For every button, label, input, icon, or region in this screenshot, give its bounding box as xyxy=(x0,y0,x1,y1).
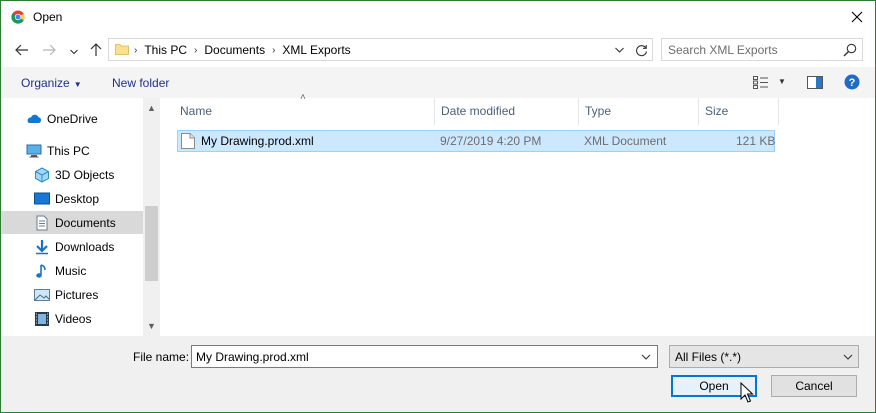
mouse-cursor-icon xyxy=(740,382,754,403)
help-icon[interactable]: ? xyxy=(844,74,860,90)
navigation-pane: OneDrive This PC 3D Objects Desktop Docu… xyxy=(1,98,160,336)
desktop-icon xyxy=(34,192,50,204)
nav-scrollbar[interactable]: ▲ ▼ xyxy=(143,98,160,336)
nav-item-label: This PC xyxy=(47,143,90,158)
nav-item-this-pc[interactable]: This PC xyxy=(1,139,143,162)
breadcrumb-this-pc[interactable]: This PC xyxy=(138,43,193,57)
nav-item-label: Music xyxy=(55,263,87,278)
arrow-up-icon xyxy=(90,43,102,56)
column-header-type[interactable]: Type xyxy=(579,98,699,125)
nav-item-label: 3D Objects xyxy=(55,167,115,182)
xml-file-icon xyxy=(181,133,195,149)
search-input[interactable] xyxy=(668,42,838,58)
nav-item-3d-objects[interactable]: 3D Objects xyxy=(1,163,143,186)
new-folder-button[interactable]: New folder xyxy=(112,76,169,90)
nav-item-music[interactable]: Music xyxy=(1,259,143,282)
organize-label: Organize xyxy=(21,76,70,90)
file-list: ˄ Name Date modified Type Size My Drawin… xyxy=(161,92,875,336)
scroll-thumb[interactable] xyxy=(145,206,158,281)
file-name-label: File name: xyxy=(133,350,190,364)
3d-objects-icon xyxy=(35,166,49,183)
svg-text:?: ? xyxy=(849,77,856,89)
refresh-button[interactable] xyxy=(632,41,650,59)
window-title: Open xyxy=(33,10,63,24)
column-header-date-modified[interactable]: Date modified xyxy=(435,98,579,125)
nav-item-label: Documents xyxy=(55,215,116,230)
file-type-filter[interactable]: All Files (*.*) xyxy=(669,345,859,368)
downloads-icon xyxy=(36,239,48,254)
chevron-down-icon xyxy=(70,49,78,55)
folder-icon xyxy=(115,44,129,55)
pictures-icon xyxy=(34,288,50,301)
file-date-modified: 9/27/2019 4:20 PM xyxy=(440,134,542,148)
nav-item-label: Pictures xyxy=(55,287,99,302)
details-view-icon[interactable] xyxy=(753,76,769,89)
chrome-icon xyxy=(11,10,25,24)
breadcrumb-documents[interactable]: Documents xyxy=(198,43,271,57)
nav-item-onedrive[interactable]: OneDrive xyxy=(1,107,143,130)
command-bar: Organize ▼ New folder ▼ ? xyxy=(1,67,875,98)
forward-button[interactable] xyxy=(39,40,59,60)
up-button[interactable] xyxy=(86,40,106,60)
chevron-down-icon xyxy=(614,47,624,53)
view-options-caret-icon[interactable]: ▼ xyxy=(778,77,786,86)
nav-item-videos[interactable]: Videos xyxy=(1,307,143,330)
address-history-dropdown[interactable] xyxy=(612,43,626,57)
arrow-left-icon xyxy=(15,44,28,56)
column-header-size[interactable]: Size xyxy=(699,98,779,125)
nav-item-downloads[interactable]: Downloads xyxy=(1,235,143,258)
arrow-right-icon xyxy=(43,44,56,56)
column-header-name[interactable]: Name xyxy=(174,98,435,125)
documents-icon xyxy=(36,215,48,230)
scroll-up-icon[interactable]: ▲ xyxy=(146,103,157,114)
recent-locations-button[interactable] xyxy=(64,42,84,62)
scroll-down-icon[interactable]: ▼ xyxy=(146,321,157,332)
videos-icon xyxy=(35,311,49,326)
table-row[interactable]: My Drawing.prod.xml 9/27/2019 4:20 PM XM… xyxy=(177,130,775,152)
chevron-down-icon[interactable] xyxy=(640,351,652,363)
file-size: 121 KB xyxy=(736,134,776,148)
file-name-input[interactable] xyxy=(196,349,636,365)
file-type: XML Document xyxy=(584,134,667,148)
organize-menu[interactable]: Organize ▼ xyxy=(21,76,82,90)
nav-item-label: Downloads xyxy=(55,239,115,254)
music-icon xyxy=(36,263,46,278)
open-dialog: Open › This PC › Documents › XML Exports xyxy=(0,0,876,413)
chevron-down-icon xyxy=(843,354,853,360)
nav-item-label: Desktop xyxy=(55,191,100,206)
address-bar[interactable]: › This PC › Documents › XML Exports xyxy=(108,38,653,61)
back-button[interactable] xyxy=(12,40,32,60)
nav-item-pictures[interactable]: Pictures xyxy=(1,283,143,306)
refresh-icon xyxy=(635,44,647,56)
breadcrumb: › This PC › Documents › XML Exports xyxy=(133,43,357,57)
close-icon xyxy=(851,11,863,22)
file-name-field[interactable] xyxy=(191,345,658,368)
close-button[interactable] xyxy=(839,1,875,32)
nav-item-documents[interactable]: Documents xyxy=(1,211,143,234)
filter-value: All Files (*.*) xyxy=(675,350,742,364)
nav-item-label: Videos xyxy=(55,311,92,326)
preview-pane-icon[interactable] xyxy=(807,76,823,89)
cancel-button[interactable]: Cancel xyxy=(771,375,857,397)
file-name: My Drawing.prod.xml xyxy=(201,134,314,148)
computer-icon xyxy=(26,144,42,157)
breadcrumb-xml-exports[interactable]: XML Exports xyxy=(276,43,356,57)
nav-item-label: OneDrive xyxy=(47,111,98,126)
nav-item-desktop[interactable]: Desktop xyxy=(1,187,143,210)
search-icon[interactable] xyxy=(843,43,857,57)
title-bar: Open xyxy=(1,1,875,32)
caret-down-icon: ▼ xyxy=(73,80,82,89)
search-box[interactable] xyxy=(661,38,863,61)
onedrive-icon xyxy=(27,114,42,123)
